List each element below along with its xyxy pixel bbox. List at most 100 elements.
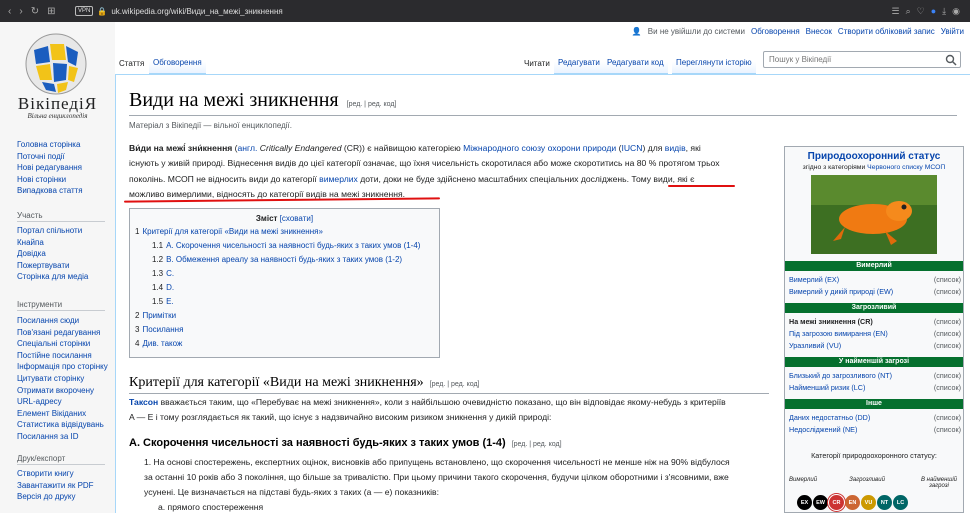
- status-dot-ew[interactable]: EW: [813, 495, 828, 510]
- status-dd-link[interactable]: Даних недостатньо (DD): [789, 413, 870, 422]
- status-vu-link[interactable]: Уразливий (VU): [789, 341, 841, 350]
- user-icon: 👤: [631, 27, 642, 36]
- reload-icon[interactable]: ↻: [31, 6, 39, 17]
- menu-icon[interactable]: ☰: [892, 6, 900, 17]
- sidebar-item-pageviews[interactable]: Статистика відвідувань: [17, 419, 108, 431]
- login-link[interactable]: Увійти: [941, 27, 964, 36]
- list-link[interactable]: (список): [934, 425, 961, 434]
- tab-read[interactable]: Читати: [520, 50, 554, 74]
- sidebar-item-short-url[interactable]: Отримати вкорочену: [17, 385, 108, 397]
- status-ne-link[interactable]: Недосліджений (NE): [789, 425, 857, 434]
- sidebar-item-media[interactable]: Сторінка для медіа: [17, 271, 88, 283]
- sidebar-item-current-events[interactable]: Поточні події: [17, 151, 83, 163]
- subsection-edit-links[interactable]: [ред. | ред. код]: [512, 441, 562, 448]
- search-icon[interactable]: ⌕: [906, 6, 911, 17]
- status-dot-nt[interactable]: NT: [877, 495, 892, 510]
- forward-icon[interactable]: ›: [19, 6, 22, 17]
- list-link[interactable]: (список): [934, 317, 961, 326]
- shield-icon[interactable]: ●: [931, 6, 936, 17]
- lead-text: поколінь. МСОП не відносить види до кате…: [129, 173, 320, 184]
- sidebar-item-recent-changes[interactable]: Нові редагування: [17, 162, 83, 174]
- list-link[interactable]: (список): [934, 371, 961, 380]
- toc-item[interactable]: 3 Посилання: [135, 325, 183, 334]
- toc-item[interactable]: 1.1 A. Скорочення чисельності за наявност…: [152, 241, 420, 250]
- sidebar-item-pub[interactable]: Кнайпа: [17, 237, 88, 249]
- toc-item[interactable]: 1.2 B. Обмеження ареалу за наявності будь…: [152, 255, 402, 264]
- personal-contributions-link[interactable]: Внесок: [806, 27, 832, 36]
- tab-edit-source[interactable]: Редагувати код: [603, 50, 668, 74]
- sidebar-item-help[interactable]: Довідка: [17, 248, 88, 260]
- sidebar-item-permalink[interactable]: Постійне посилання: [17, 350, 108, 362]
- create-account-link[interactable]: Створити обліковий запис: [838, 27, 935, 36]
- red-list-link[interactable]: Червоного списку МСОП: [867, 164, 945, 171]
- search-input[interactable]: [763, 51, 961, 68]
- status-dot-vu[interactable]: VU: [861, 495, 876, 510]
- status-ew-link[interactable]: Вимерлий у дикій природі (EW): [789, 287, 893, 296]
- sidebar-item-short-url-2[interactable]: URL-адресу: [17, 396, 108, 408]
- sidebar-item-main-page[interactable]: Головна сторінка: [17, 139, 83, 151]
- status-dot-ex[interactable]: EX: [797, 495, 812, 510]
- account-icon[interactable]: ◉: [952, 6, 960, 17]
- section-edit-links[interactable]: [ред. | ред. код]: [430, 381, 480, 388]
- toc-item[interactable]: 1.5 E.: [152, 297, 174, 306]
- toc-num: 1.5: [152, 297, 164, 306]
- sidebar-item-related-changes[interactable]: Пов'язані редагування: [17, 327, 108, 339]
- sidebar-item-whatlinkshere[interactable]: Посилання сюди: [17, 315, 108, 327]
- tab-history[interactable]: Переглянути історію: [672, 50, 756, 74]
- toc-hide-toggle[interactable]: [сховати]: [280, 214, 313, 223]
- sidebar-item-wikidata[interactable]: Елемент Вікіданих: [17, 408, 108, 420]
- vpn-badge[interactable]: VPN: [75, 6, 94, 16]
- toad-photo[interactable]: [811, 175, 937, 254]
- list-link[interactable]: (список): [934, 329, 961, 338]
- back-icon[interactable]: ‹: [8, 6, 11, 17]
- url-text[interactable]: uk.wikipedia.org/wiki/Види_на_межі_зникн…: [111, 7, 282, 16]
- tab-talk[interactable]: Обговорення: [149, 50, 206, 74]
- toc-item[interactable]: 1 Критерії для категорії «Види на межі зн…: [135, 227, 323, 236]
- sidebar-item-community[interactable]: Портал спільноти: [17, 225, 88, 237]
- sidebar-item-page-info[interactable]: Інформація про сторінку: [17, 361, 108, 373]
- toc-item[interactable]: 1.4 D.: [152, 283, 174, 292]
- sidebar-item-special-pages[interactable]: Спеціальні сторінки: [17, 338, 108, 350]
- sidebar-item-id-links[interactable]: Посилання за ID: [17, 431, 108, 443]
- iucn-link[interactable]: Міжнародного союзу охорони природи: [463, 143, 616, 153]
- list-link[interactable]: (список): [934, 275, 961, 284]
- status-dot-lc[interactable]: LC: [893, 495, 908, 510]
- lang-link[interactable]: англ.: [238, 143, 258, 153]
- bookmark-icon[interactable]: ♡: [917, 6, 925, 17]
- taxon-link[interactable]: Таксон: [129, 397, 158, 407]
- extinct-link[interactable]: вимерлих: [319, 174, 358, 184]
- address-bar[interactable]: VPN 🔒 uk.wikipedia.org/wiki/Види_на_межі…: [75, 4, 892, 18]
- search-icon[interactable]: [945, 54, 957, 66]
- sidebar-item-new-pages[interactable]: Нові сторінки: [17, 174, 83, 186]
- toc-item[interactable]: 2 Примітки: [135, 311, 176, 320]
- toc-item[interactable]: 1.3 C.: [152, 269, 174, 278]
- status-dot-cr[interactable]: CR: [829, 495, 844, 510]
- wikipedia-globe-logo[interactable]: [20, 30, 92, 96]
- iucn-abbr-link[interactable]: IUCN: [621, 143, 642, 153]
- status-dot-en[interactable]: EN: [845, 495, 860, 510]
- species-link[interactable]: видів: [665, 143, 686, 153]
- list-link[interactable]: (список): [934, 287, 961, 296]
- list-link[interactable]: (список): [934, 383, 961, 392]
- title-edit-links[interactable]: [ред. | ред. код]: [347, 101, 397, 108]
- apps-icon[interactable]: ⊞: [47, 6, 55, 17]
- infobox-title[interactable]: Природоохоронний статус: [785, 151, 963, 162]
- list-link[interactable]: (список): [934, 341, 961, 350]
- sidebar-item-create-book[interactable]: Створити книгу: [17, 468, 94, 480]
- sidebar-item-donate[interactable]: Пожертвувати: [17, 260, 88, 272]
- sidebar-item-random[interactable]: Випадкова стаття: [17, 185, 83, 197]
- status-ex-link[interactable]: Вимерлий (EX): [789, 275, 839, 284]
- personal-talk-link[interactable]: Обговорення: [751, 27, 800, 36]
- sidebar-item-cite[interactable]: Цитувати сторінку: [17, 373, 108, 385]
- tab-article[interactable]: Стаття: [115, 50, 149, 74]
- status-lc-link[interactable]: Найменший ризик (LC): [789, 383, 865, 392]
- toc-item[interactable]: 4 Див. також: [135, 339, 182, 348]
- sidebar-item-download-pdf[interactable]: Завантажити як PDF: [17, 480, 94, 492]
- tab-edit[interactable]: Редагувати: [554, 50, 604, 74]
- status-en-link[interactable]: Під загрозою вимирання (EN): [789, 329, 888, 338]
- download-icon[interactable]: ⤓: [942, 6, 946, 17]
- sidebar-heading-tools: Інструменти: [17, 300, 105, 311]
- status-nt-link[interactable]: Близький до загрозливого (NT): [789, 371, 892, 380]
- sidebar-item-print-version[interactable]: Версія до друку: [17, 491, 94, 503]
- list-link[interactable]: (список): [934, 413, 961, 422]
